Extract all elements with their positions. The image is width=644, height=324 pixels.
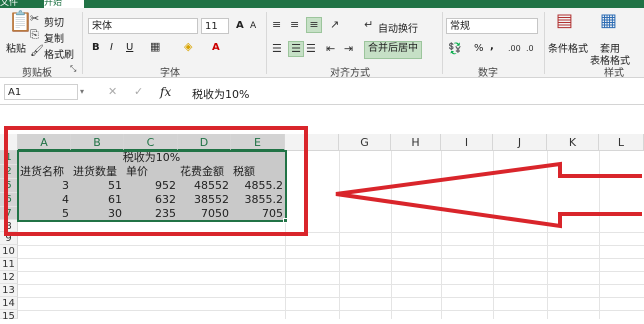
font-color-button[interactable]: A xyxy=(212,42,220,53)
annotation-arrow xyxy=(335,161,642,229)
align-right-icon[interactable]: ☰ xyxy=(306,42,316,56)
font-group-label: 字体 xyxy=(160,68,180,79)
gridline xyxy=(18,271,644,272)
comma-button[interactable]: , xyxy=(490,41,494,52)
row-header-13[interactable]: 13 xyxy=(0,284,18,297)
gridline xyxy=(18,310,644,311)
separator xyxy=(442,12,443,74)
separator xyxy=(266,12,267,74)
row-header-11[interactable]: 11 xyxy=(0,258,18,271)
column-header-k[interactable]: K xyxy=(547,134,599,151)
formula-bar: A1 ▾ ✕ ✓ fx 税收为10% xyxy=(0,79,644,105)
conditional-format-button[interactable]: 条件格式 xyxy=(548,40,588,55)
currency-icon[interactable]: 💱 xyxy=(448,42,462,56)
copy-icon[interactable]: ⎘ xyxy=(30,28,39,42)
tab-home[interactable]: 开始 xyxy=(44,0,84,8)
cut-button[interactable]: 剪切 xyxy=(44,14,64,29)
gridline xyxy=(18,297,644,298)
name-box[interactable]: A1 xyxy=(4,84,78,100)
dialog-launcher-icon[interactable]: ⤡ xyxy=(70,62,76,76)
font-size-select[interactable]: 11 xyxy=(201,18,229,34)
orientation-icon[interactable]: ↗ xyxy=(330,18,339,32)
scissors-icon[interactable]: ✂ xyxy=(30,12,39,26)
clipboard-group-label: 剪贴板 xyxy=(22,68,52,79)
alignment-group-label: 对齐方式 xyxy=(330,68,370,79)
wrap-text-button[interactable]: 自动换行 xyxy=(378,20,418,35)
gridline xyxy=(18,258,644,259)
row-header-15[interactable]: 15 xyxy=(0,310,18,322)
increase-indent-icon[interactable]: ⇥ xyxy=(344,42,353,56)
title-bar xyxy=(0,0,644,8)
paste-button[interactable]: 粘贴 xyxy=(6,40,26,55)
decrease-indent-icon[interactable]: ⇤ xyxy=(326,42,335,56)
name-box-dropdown-icon[interactable]: ▾ xyxy=(80,85,84,99)
percent-button[interactable]: % xyxy=(474,43,484,54)
align-bottom-icon[interactable]: ≡ xyxy=(306,17,322,33)
copy-button[interactable]: 复制 xyxy=(44,30,64,45)
wrap-text-icon[interactable]: ↵ xyxy=(364,18,373,32)
font-name-select[interactable]: 宋体 xyxy=(88,18,198,34)
table-format-icon[interactable]: ▦ xyxy=(600,12,617,30)
align-middle-icon[interactable]: ≡ xyxy=(290,18,299,32)
column-header-h[interactable]: H xyxy=(391,134,441,151)
formula-input[interactable]: 税收为10% xyxy=(192,86,249,102)
row-header-14[interactable]: 14 xyxy=(0,297,18,310)
conditional-format-icon[interactable]: ▤ xyxy=(556,12,573,30)
row-header-12[interactable]: 12 xyxy=(0,271,18,284)
insert-function-button[interactable]: fx xyxy=(160,85,171,99)
enter-icon[interactable]: ✓ xyxy=(134,85,143,99)
align-top-icon[interactable]: ≡ xyxy=(272,18,281,32)
separator xyxy=(544,12,545,74)
tab-file[interactable]: 文件 xyxy=(0,0,34,8)
decrease-decimal-icon[interactable]: .0 xyxy=(526,42,534,56)
italic-button[interactable]: I xyxy=(110,42,113,53)
align-center-icon[interactable]: ☰ xyxy=(288,41,304,57)
number-format-select[interactable]: 常规 xyxy=(446,18,538,34)
cancel-icon[interactable]: ✕ xyxy=(108,85,117,99)
align-left-icon[interactable]: ☰ xyxy=(272,42,282,56)
increase-decimal-icon[interactable]: .00 xyxy=(508,42,521,56)
column-header-i[interactable]: I xyxy=(441,134,493,151)
bold-button[interactable]: B xyxy=(92,42,100,53)
underline-button[interactable]: U xyxy=(126,42,133,53)
row-header-10[interactable]: 10 xyxy=(0,245,18,258)
separator xyxy=(82,12,83,74)
column-header-l[interactable]: L xyxy=(599,134,644,151)
grow-font-button[interactable]: A xyxy=(236,20,244,31)
fill-color-icon[interactable]: ◈ xyxy=(184,40,192,54)
column-header-j[interactable]: J xyxy=(493,134,547,151)
merge-center-button[interactable]: 合并后居中 xyxy=(364,41,422,59)
annotation-highlight-box xyxy=(4,126,308,236)
column-header-g[interactable]: G xyxy=(339,134,391,151)
gridline xyxy=(18,284,644,285)
gridline xyxy=(18,245,644,246)
number-group-label: 数字 xyxy=(478,68,498,79)
format-painter-button[interactable]: 格式刷 xyxy=(44,46,74,61)
shrink-font-button[interactable]: A xyxy=(250,21,256,31)
border-icon[interactable]: ▦ xyxy=(150,40,160,54)
styles-group-label: 样式 xyxy=(604,68,624,79)
ribbon: 📋 粘贴 ✂ 剪切 ⎘ 复制 🖌 格式刷 剪贴板 ⤡ 宋体 11 A A B I… xyxy=(0,8,644,79)
format-painter-icon[interactable]: 🖌 xyxy=(30,44,44,58)
